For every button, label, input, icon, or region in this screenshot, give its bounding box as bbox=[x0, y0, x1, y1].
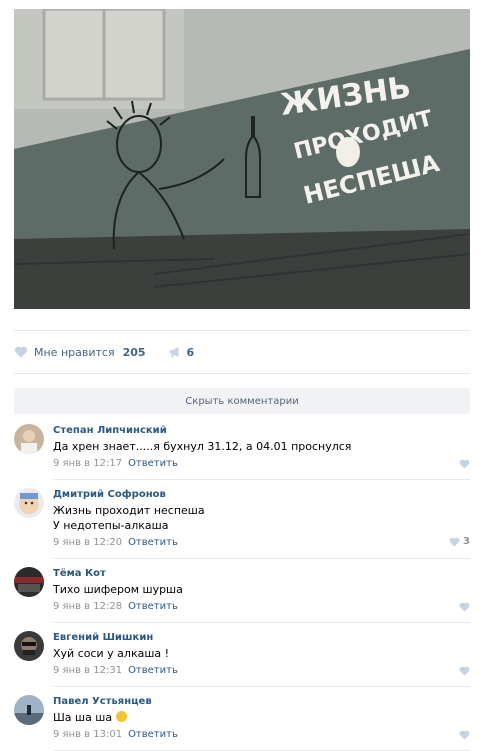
comment-like-button[interactable] bbox=[459, 730, 470, 740]
divider bbox=[53, 558, 470, 559]
share-button[interactable]: 6 bbox=[168, 345, 195, 359]
comment-meta: 9 янв в 12:31 Ответить bbox=[53, 664, 470, 677]
avatar[interactable] bbox=[14, 488, 44, 518]
reply-link[interactable]: Ответить bbox=[128, 458, 178, 469]
like-count: 205 bbox=[122, 345, 146, 359]
laughing-emoji-icon bbox=[115, 711, 127, 722]
comment-author[interactable]: Евгений Шишкин bbox=[53, 631, 470, 644]
heart-icon bbox=[449, 537, 460, 546]
comment-like-button[interactable] bbox=[459, 666, 470, 676]
comment-date[interactable]: 9 янв в 12:20 bbox=[53, 537, 122, 548]
avatar[interactable] bbox=[14, 695, 44, 725]
like-label: Мне нравится bbox=[34, 345, 115, 359]
comment-meta: 9 янв в 12:28 Ответить bbox=[53, 600, 470, 613]
share-count: 6 bbox=[186, 345, 195, 359]
comment-item: Степан Липчинский Да хрен знает.....я бу… bbox=[14, 424, 470, 472]
comment-item: Дмитрий Софронов Жизнь проходит неспеша У… bbox=[14, 488, 470, 550]
comment-item: Тёма Кот Тихо шифером шурша 9 янв в 12:2… bbox=[14, 567, 470, 615]
comment-author[interactable]: Павел Устьянцев bbox=[53, 695, 470, 708]
comment-text: Хуй соси у алкаша ! bbox=[53, 647, 170, 660]
reply-link[interactable]: Ответить bbox=[128, 729, 178, 740]
avatar[interactable] bbox=[14, 567, 44, 597]
post-actions: Мне нравится 205 6 bbox=[14, 342, 194, 362]
divider bbox=[14, 373, 470, 374]
comment-like-button[interactable] bbox=[459, 602, 470, 612]
reply-link[interactable]: Ответить bbox=[128, 665, 178, 676]
comment-date[interactable]: 9 янв в 12:31 bbox=[53, 665, 122, 676]
post-photo[interactable]: ЖИЗНЬ ПРОХОДИТ НЕСПЕША bbox=[14, 9, 470, 309]
divider bbox=[53, 479, 470, 480]
divider bbox=[53, 686, 470, 687]
heart-icon bbox=[459, 602, 470, 612]
comment-author[interactable]: Тёма Кот bbox=[53, 567, 470, 580]
heart-icon bbox=[459, 666, 470, 676]
comment-text-line: У недотепы-алкаша bbox=[53, 519, 169, 532]
heart-icon bbox=[459, 459, 470, 469]
comment-like-button[interactable]: 3 bbox=[449, 536, 470, 547]
comment-text: Тихо шифером шурша bbox=[53, 583, 183, 596]
divider bbox=[14, 330, 470, 331]
comment-meta: 9 янв в 13:01 Ответить bbox=[53, 728, 470, 741]
comment-text: Жизнь проходит неспеша У недотепы-алкаша bbox=[53, 503, 470, 533]
comment-like-button[interactable] bbox=[459, 459, 470, 469]
comment-text: Ша ша ша bbox=[53, 710, 470, 725]
comment-meta: 9 янв в 12:17 Ответить bbox=[53, 457, 470, 470]
comment-author[interactable]: Степан Липчинский bbox=[53, 424, 470, 437]
reply-link[interactable]: Ответить bbox=[128, 537, 178, 548]
megaphone-icon bbox=[169, 346, 178, 358]
comment-like-count: 3 bbox=[463, 536, 470, 547]
heart-icon bbox=[459, 730, 470, 740]
comment-item: Евгений Шишкин Хуй соси у алкаша ! 9 янв… bbox=[14, 631, 470, 679]
comment-text-line: Ша ша ша bbox=[53, 711, 113, 724]
hide-comments-button[interactable]: Скрыть комментарии bbox=[14, 388, 470, 414]
avatar[interactable] bbox=[14, 631, 44, 661]
divider bbox=[53, 622, 470, 623]
comment-date[interactable]: 9 янв в 12:28 bbox=[53, 601, 122, 612]
avatar[interactable] bbox=[14, 424, 44, 454]
comment-author[interactable]: Дмитрий Софронов bbox=[53, 488, 470, 501]
reply-link[interactable]: Ответить bbox=[128, 601, 178, 612]
comment-date[interactable]: 9 янв в 12:17 bbox=[53, 458, 122, 469]
comment-item: Павел Устьянцев Ша ша ша 9 янв в 13:01 От… bbox=[14, 695, 470, 743]
comment-meta: 9 янв в 12:20 Ответить bbox=[53, 536, 470, 549]
comment-text-line: Жизнь проходит неспеша bbox=[53, 504, 205, 517]
comment-date[interactable]: 9 янв в 13:01 bbox=[53, 729, 122, 740]
heart-icon bbox=[14, 346, 28, 358]
like-button[interactable]: Мне нравится 205 bbox=[14, 346, 146, 359]
comment-text: Да хрен знает.....я бухнул 31.12, а 04.0… bbox=[53, 440, 352, 453]
